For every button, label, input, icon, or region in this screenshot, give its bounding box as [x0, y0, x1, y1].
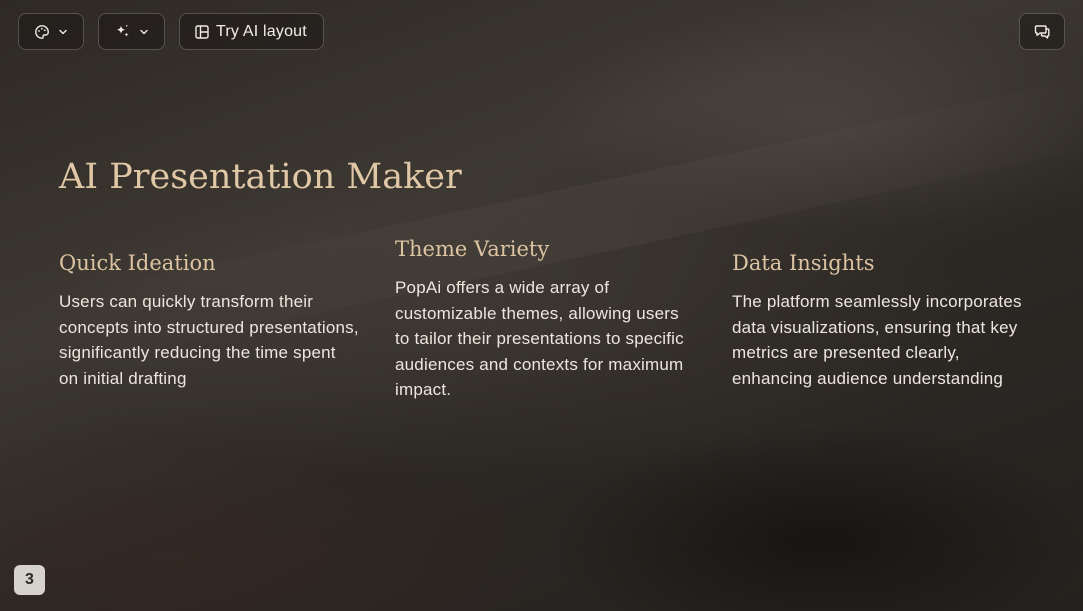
slide-canvas: Try AI layout AI Presentation Maker Quic… [0, 0, 1083, 611]
feature-column-theme-variety: Theme Variety PopAi offers a wide array … [395, 237, 695, 403]
column-heading: Quick Ideation [59, 251, 216, 275]
column-heading: Data Insights [732, 251, 875, 275]
column-body: PopAi offers a wide array of customizabl… [395, 278, 684, 399]
feature-column-quick-ideation: Quick Ideation Users can quickly transfo… [59, 251, 359, 391]
column-body: Users can quickly transform their concep… [59, 292, 359, 388]
column-body: The platform seamlessly incorporates dat… [732, 292, 1022, 388]
palette-icon [34, 24, 50, 40]
layout-icon [194, 24, 210, 40]
try-ai-layout-button[interactable]: Try AI layout [179, 13, 324, 50]
column-heading: Theme Variety [395, 237, 550, 261]
sparkles-icon [114, 23, 131, 40]
chevron-down-icon [139, 27, 149, 37]
ai-assist-dropdown-button[interactable] [98, 13, 165, 50]
slide-title: AI Presentation Maker [59, 157, 462, 197]
comments-button[interactable] [1019, 13, 1065, 50]
chevron-down-icon [58, 27, 68, 37]
theme-dropdown-button[interactable] [18, 13, 84, 50]
feature-column-data-insights: Data Insights The platform seamlessly in… [732, 251, 1032, 391]
page-number-badge: 3 [14, 565, 45, 595]
try-ai-layout-label: Try AI layout [216, 22, 307, 40]
comments-icon [1034, 23, 1051, 40]
